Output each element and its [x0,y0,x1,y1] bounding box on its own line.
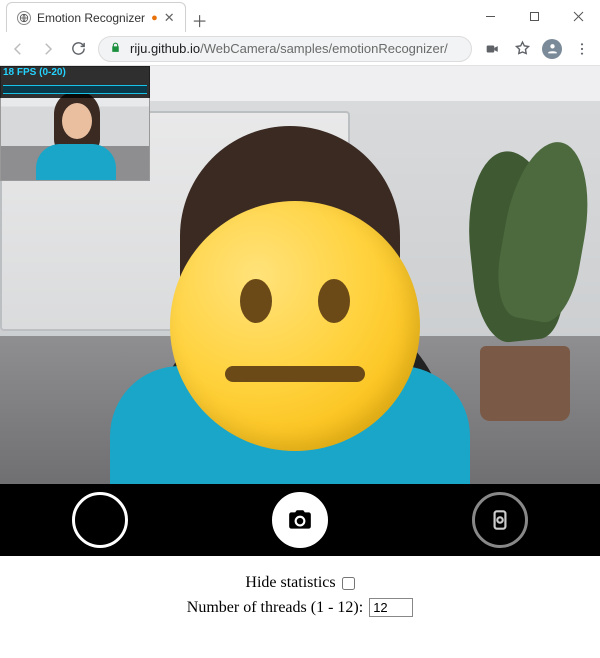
tab-title: Emotion Recognizer [37,11,145,25]
maximize-button[interactable] [512,0,556,32]
shutter-button[interactable] [272,492,328,548]
settings-panel: Hide statistics Number of threads (1 - 1… [0,556,600,635]
record-button[interactable] [72,492,128,548]
tab-close-icon[interactable]: ✕ [164,10,175,26]
new-tab-button[interactable]: ＋ [186,8,214,32]
reload-button[interactable] [68,39,88,59]
fps-label: 18 FPS (0-20) [3,67,147,78]
fps-graph [3,80,147,94]
forward-button[interactable] [38,39,58,59]
kebab-menu-icon[interactable] [572,39,592,59]
minimize-button[interactable] [468,0,512,32]
hide-stats-label: Hide statistics [245,574,335,592]
browser-tab[interactable]: Emotion Recognizer ● ✕ [6,2,186,32]
emotion-overlay-neutral [170,201,420,451]
tab-strip: Emotion Recognizer ● ✕ ＋ [0,0,214,32]
window-controls [468,0,600,32]
camera-controls [0,484,600,556]
back-button[interactable] [8,39,28,59]
close-window-button[interactable] [556,0,600,32]
url-text: riju.github.io/WebCamera/samples/emotion… [130,41,448,56]
url-host: riju.github.io [130,41,200,56]
url-path: /WebCamera/samples/emotionRecognizer/ [200,41,448,56]
switch-camera-button[interactable] [472,492,528,548]
bookmark-star-icon[interactable] [512,39,532,59]
threads-label: Number of threads (1 - 12): [187,599,363,617]
hide-stats-checkbox[interactable] [342,577,355,590]
titlebar: Emotion Recognizer ● ✕ ＋ [0,0,600,32]
lock-icon [109,41,122,57]
tab-loading-indicator: ● [151,12,158,24]
browser-toolbar: riju.github.io/WebCamera/samples/emotion… [0,32,600,66]
globe-icon [17,11,31,25]
address-bar[interactable]: riju.github.io/WebCamera/samples/emotion… [98,36,472,62]
camera-view: 18 FPS (0-20) [0,66,600,556]
page-content: 18 FPS (0-20) Hide statistics Number of … [0,66,600,635]
camera-indicator-icon[interactable] [482,39,502,59]
fps-overlay: 18 FPS (0-20) [0,66,150,98]
profile-avatar[interactable] [542,39,562,59]
threads-input[interactable] [369,598,413,617]
